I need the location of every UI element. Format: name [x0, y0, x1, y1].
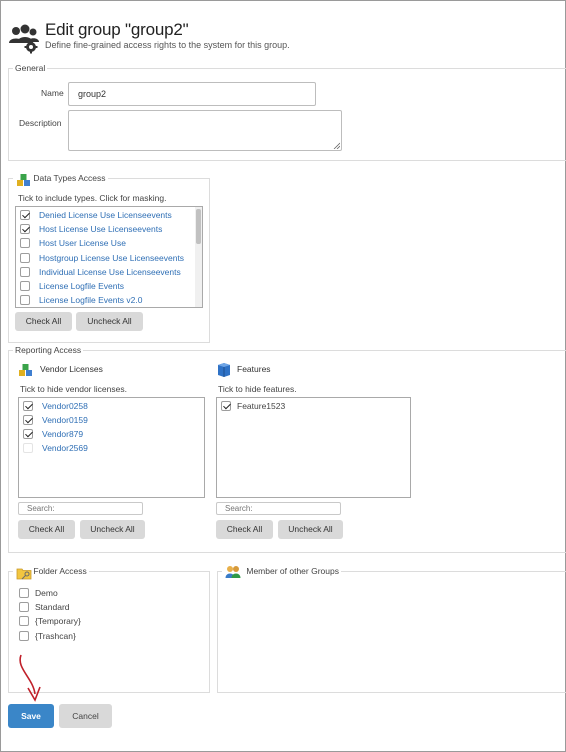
vendor-licenses-list[interactable]: Vendor0258 Vendor0159 Vendor879 Vendor25… [18, 397, 205, 498]
list-item[interactable]: License Logfile Events v2.0 [20, 293, 142, 307]
folder-item-label[interactable]: {Trashcan} [35, 631, 76, 641]
list-item[interactable]: License Logfile Events [20, 279, 124, 293]
features-check-all-button[interactable]: Check All [216, 520, 273, 539]
name-label: Name [41, 88, 64, 98]
users-gear-icon [9, 24, 39, 54]
list-item-label[interactable]: Hostgroup License Use Licenseevents [39, 253, 184, 263]
vendor-licenses-title: Vendor Licenses [40, 364, 103, 374]
features-list[interactable]: Feature1523 [216, 397, 411, 498]
list-item-label[interactable]: License Logfile Events [39, 281, 124, 291]
page-subtitle: Define fine-grained access rights to the… [45, 40, 290, 50]
list-item[interactable]: Vendor2569 [23, 441, 88, 455]
description-label: Description [19, 118, 62, 128]
features-title: Features [237, 364, 271, 374]
features-hint: Tick to hide features. [218, 384, 297, 394]
reporting-legend: Reporting Access [15, 345, 82, 355]
checkbox[interactable] [19, 588, 29, 598]
checkbox[interactable] [20, 238, 30, 248]
list-item-label[interactable]: Vendor0159 [42, 415, 88, 425]
general-legend: General [15, 63, 46, 73]
list-item[interactable]: Denied License Use Licenseevents [20, 208, 172, 222]
checkbox[interactable] [19, 602, 29, 612]
folder-item-label[interactable]: Standard [35, 602, 70, 612]
list-item-label[interactable]: Host User License Use [39, 238, 126, 248]
list-item-label[interactable]: Host License Use Licenseevents [39, 224, 162, 234]
data-types-legend-text: Data Types Access [33, 173, 106, 183]
list-item[interactable]: Vendor0159 [23, 413, 88, 427]
data-types-check-all-button[interactable]: Check All [15, 312, 72, 331]
folder-item[interactable]: Demo [19, 586, 58, 600]
checkbox[interactable] [221, 401, 231, 411]
list-item[interactable]: Hostgroup License Use Licenseevents [20, 251, 184, 265]
checkbox[interactable] [19, 616, 29, 626]
vendor-search-input[interactable] [18, 502, 143, 515]
checkbox[interactable] [20, 210, 30, 220]
vendor-licenses-icon [19, 364, 32, 376]
folder-access-legend-text: Folder Access [33, 566, 87, 576]
folder-item-label[interactable]: Demo [35, 588, 58, 598]
list-item[interactable]: Host User License Use [20, 236, 126, 250]
folder-key-icon [16, 568, 32, 580]
folder-item[interactable]: {Trashcan} [19, 629, 76, 643]
list-item-label[interactable]: License Logfile Events v2.0 [39, 295, 142, 305]
list-item[interactable]: Feature1523 [221, 399, 285, 413]
member-groups-section: Member of other Groups [217, 566, 566, 693]
checkbox[interactable] [23, 429, 33, 439]
checkbox[interactable] [20, 295, 30, 305]
data-types-hint: Tick to include types. Click for masking… [18, 193, 167, 203]
folder-item[interactable]: {Temporary} [19, 614, 81, 628]
member-groups-icon [225, 566, 241, 578]
checkbox[interactable] [19, 631, 29, 641]
vendor-licenses-hint: Tick to hide vendor licenses. [20, 384, 127, 394]
vendor-check-all-button[interactable]: Check All [18, 520, 75, 539]
checkbox[interactable] [20, 267, 30, 277]
folder-item[interactable]: Standard [19, 600, 70, 614]
data-types-icon [17, 174, 30, 186]
list-item-label[interactable]: Vendor0258 [42, 401, 88, 411]
checkbox[interactable] [20, 224, 30, 234]
list-item-label[interactable]: Individual License Use Licenseevents [39, 267, 181, 277]
list-item[interactable]: Vendor879 [23, 427, 83, 441]
name-input[interactable] [68, 82, 316, 106]
list-item-label[interactable]: Vendor879 [42, 429, 83, 439]
scroll-thumb[interactable] [196, 209, 201, 244]
list-item[interactable]: Host License Use Licenseevents [20, 222, 162, 236]
member-groups-legend-text: Member of other Groups [246, 566, 339, 576]
checkbox[interactable] [20, 281, 30, 291]
features-icon [218, 363, 230, 377]
page-title: Edit group "group2" [45, 20, 189, 39]
checkbox[interactable] [23, 415, 33, 425]
features-search-input[interactable] [216, 502, 341, 515]
list-item-label[interactable]: Vendor2569 [42, 443, 88, 453]
features-uncheck-all-button[interactable]: Uncheck All [278, 520, 343, 539]
list-item[interactable]: Vendor0258 [23, 399, 88, 413]
folder-item-label[interactable]: {Temporary} [35, 616, 81, 626]
list-item-label[interactable]: Feature1523 [237, 401, 285, 411]
checkbox[interactable] [20, 253, 30, 263]
data-types-list[interactable]: Denied License Use Licenseevents Host Li… [15, 206, 203, 308]
list-item[interactable]: Individual License Use Licenseevents [20, 265, 181, 279]
resize-grip-icon[interactable] [333, 142, 340, 149]
list-scrollbar[interactable] [195, 207, 202, 307]
annotation-arrow-icon [19, 654, 41, 702]
list-item-label[interactable]: Denied License Use Licenseevents [39, 210, 172, 220]
description-textarea[interactable] [68, 110, 342, 151]
data-types-uncheck-all-button[interactable]: Uncheck All [76, 312, 143, 331]
save-button[interactable]: Save [8, 704, 54, 728]
checkbox[interactable] [23, 401, 33, 411]
vendor-uncheck-all-button[interactable]: Uncheck All [80, 520, 145, 539]
checkbox[interactable] [23, 443, 33, 453]
cancel-button[interactable]: Cancel [59, 704, 112, 728]
